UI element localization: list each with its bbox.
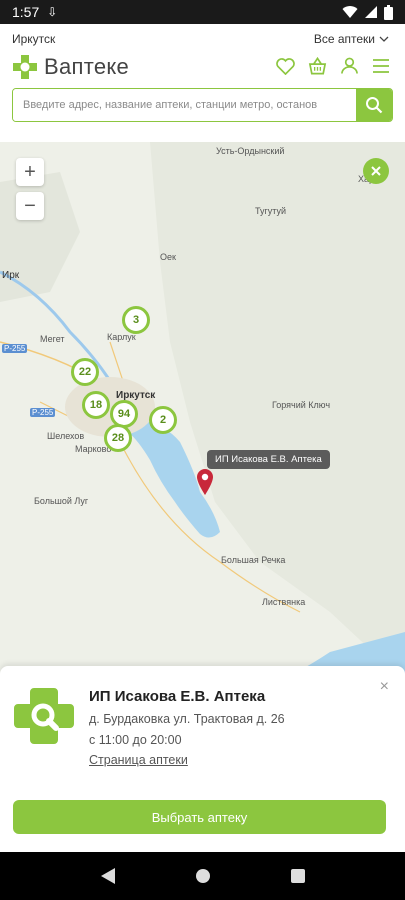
pharmacy-cluster-marker[interactable]: 3 [122, 306, 150, 334]
place-label: Шелехов [47, 431, 85, 441]
road-label: Р-255 [2, 344, 28, 353]
place-label: Большая Речка [221, 555, 286, 565]
chevron-down-icon [379, 36, 389, 42]
close-map-button[interactable] [363, 158, 389, 184]
zoom-in-button[interactable]: + [16, 158, 44, 186]
all-pharmacies-dropdown[interactable]: Все аптеки [314, 32, 389, 46]
logo-icon [13, 55, 37, 79]
user-icon [340, 57, 358, 74]
place-label: Мегет [40, 334, 65, 344]
city-selector[interactable]: Иркутск [12, 32, 55, 46]
search-bar [12, 88, 393, 122]
search-input[interactable] [13, 89, 356, 121]
menu-icon [373, 59, 389, 73]
pharmacy-address: д. Бурдаковка ул. Трактовая д. 26 [89, 712, 285, 726]
wifi-icon [342, 6, 358, 19]
card-close-button[interactable]: × [380, 678, 389, 696]
pharmacy-logo-icon [14, 688, 74, 744]
map-pin-icon[interactable] [196, 468, 214, 496]
pharmacy-page-link[interactable]: Страница аптеки [89, 753, 188, 767]
back-icon[interactable] [100, 867, 116, 885]
place-label: Усть-Ордынский [216, 146, 285, 156]
pharmacy-cluster-marker[interactable]: 22 [71, 358, 99, 386]
place-label: Горячий Ключ [272, 400, 331, 410]
place-label: Листвянка [262, 597, 306, 607]
search-button[interactable] [356, 89, 392, 121]
profile-button[interactable] [339, 56, 359, 76]
menu-button[interactable] [371, 56, 391, 76]
zoom-out-button[interactable]: − [16, 192, 44, 220]
favorites-button[interactable] [275, 56, 295, 76]
status-bar: 1:57 ⇩ [0, 0, 405, 24]
download-icon: ⇩ [47, 5, 58, 19]
all-pharmacies-label: Все аптеки [313, 32, 375, 46]
place-label: Большой Луг [34, 496, 89, 506]
basket-icon [308, 57, 326, 75]
logo-text: Вaптеке [44, 54, 130, 79]
signal-icon [365, 6, 377, 18]
pharmacy-name: ИП Исакова Е.В. Аптека [89, 688, 266, 705]
home-icon[interactable] [195, 868, 211, 884]
pharmacy-card: × ИП Исакова Е.В. Аптека д. Бурдаковка у… [0, 666, 405, 852]
system-nav-bar [0, 852, 405, 900]
heart-icon [275, 57, 295, 75]
pharmacy-hours: с 11:00 до 20:00 [89, 733, 182, 747]
logo[interactable]: Вaптеке [12, 54, 129, 80]
recents-icon[interactable] [291, 869, 306, 883]
place-label: Тугутуй [255, 206, 287, 216]
road-label: Р-255 [30, 408, 56, 417]
battery-icon [384, 4, 393, 20]
app-header: Иркутск Все аптеки Вaптеке [0, 24, 405, 142]
pharmacy-cluster-marker[interactable]: 18 [82, 391, 110, 419]
place-label: Ирк [2, 270, 20, 281]
place-label: Оек [160, 252, 176, 262]
basket-button[interactable] [307, 56, 327, 76]
status-time: 1:57 [12, 4, 40, 20]
pharmacy-cluster-marker[interactable]: 28 [104, 424, 132, 452]
pharmacy-cluster-marker[interactable]: 2 [149, 406, 177, 434]
pharmacy-tooltip: ИП Исакова Е.В. Аптека [207, 450, 330, 469]
select-pharmacy-button[interactable]: Выбрать аптеку [13, 800, 386, 834]
close-icon [371, 166, 381, 176]
search-icon [366, 97, 383, 114]
